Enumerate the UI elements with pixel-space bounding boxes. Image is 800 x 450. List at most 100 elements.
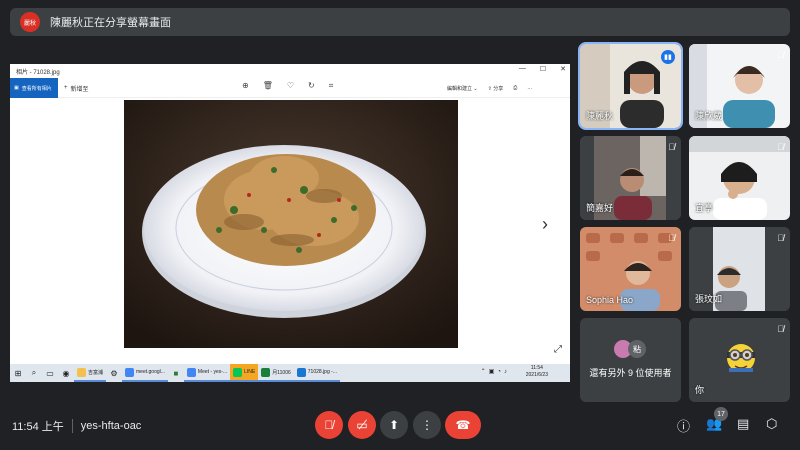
edit-create-label: 編輯和建立 (447, 85, 473, 92)
plus-icon: + (64, 85, 68, 91)
participant-tile[interactable]: 🎙̸ 陳欣葳 (689, 44, 790, 128)
self-tile[interactable]: 🎙̸ 你 (689, 318, 790, 402)
participant-name: 宜亭 (695, 203, 714, 213)
participant-name: Sophia Hao (586, 295, 634, 305)
minimize-icon[interactable]: — (519, 65, 526, 73)
search-icon[interactable]: ⌕ (26, 364, 42, 382)
maximize-icon[interactable]: ☐ (540, 65, 546, 73)
meeting-time: 11:54 上午 (12, 421, 64, 433)
self-avatar (727, 344, 755, 372)
dreamweaver-icon[interactable]: ■ (168, 364, 184, 382)
photos-icon (296, 367, 306, 377)
folder-icon (77, 367, 86, 377)
participant-avatar: 粘 (628, 340, 646, 358)
next-photo-icon[interactable]: › (542, 214, 548, 235)
close-icon[interactable]: ✕ (560, 65, 566, 73)
see-all-photos-button[interactable]: ▣ 查看所有相片 (10, 78, 58, 98)
taskbar-date: 2021/6/23 (525, 372, 548, 378)
fullscreen-icon[interactable]: ⤢ (554, 344, 562, 355)
participant-tile[interactable]: 🎙̸ 簡嘉好 (580, 136, 681, 220)
divider (71, 419, 73, 433)
present-button[interactable]: ⬆ (380, 411, 408, 439)
share-button[interactable]: ⇪ 分享 (488, 85, 504, 92)
taskbar-time: 11:54 (530, 365, 543, 371)
speaking-indicator-icon: ▮▮ (661, 50, 675, 64)
mic-off-icon: 🎙̸ (777, 233, 784, 243)
meet-window: 麗秋 陳麗秋正在分享螢幕畫面 相片 - 71028.jpg — ☐ ✕ ▣ 查看… (0, 0, 800, 450)
shared-screen: 相片 - 71028.jpg — ☐ ✕ ▣ 查看所有相片 + 新增至 ⊕ 🗑 … (10, 64, 570, 382)
meeting-code: yes-hfta-oac (80, 420, 142, 432)
participant-tile[interactable]: 🎙̸ Sophia Hao (580, 227, 681, 311)
mic-off-icon: 🎙̸ (777, 324, 784, 334)
participant-name: 陳欣葳 (695, 111, 723, 121)
task-view-icon[interactable]: ▭ (42, 364, 58, 382)
taskbar-clock[interactable]: 11:54 2021/6/23 (526, 365, 548, 379)
taskbar-app-2-label: meet.googl... (136, 369, 165, 375)
photos-icon: ▣ (14, 85, 19, 91)
participant-count-badge: 17 (714, 407, 728, 421)
taskbar-app-6[interactable]: 71028.jpg -... (293, 364, 340, 382)
mic-off-icon: 🎙̸ (777, 142, 784, 152)
add-to-button[interactable]: + 新增至 (64, 78, 89, 98)
system-tray[interactable]: ⌃▣◔♪ (481, 368, 510, 375)
rotate-icon[interactable]: ↻ (308, 81, 315, 91)
taskbar-app-3[interactable]: Meet - yes-... (183, 364, 231, 382)
taskbar-app-1-label: 吉富浦 (88, 369, 104, 376)
photo-toolbar: ▣ 查看所有相片 + 新增至 ⊕ 🗑 ♡ ↻ ⌗ 編輯和建立 ⌄ ⇪ 分享 ⎙ … (10, 78, 570, 98)
print-icon[interactable]: ⎙ (513, 85, 517, 91)
settings-icon[interactable]: ⚙ (106, 364, 122, 382)
photo-viewer: › ⤢ (10, 98, 570, 364)
line-icon (233, 367, 243, 377)
share-label: 分享 (493, 85, 504, 92)
taskbar-app-1[interactable]: 吉富浦 (74, 364, 107, 382)
info-icon[interactable]: ⓘ (677, 416, 690, 435)
more-options-button[interactable]: ⋮ (413, 411, 441, 439)
food-photo (124, 100, 458, 348)
taskbar-app-4[interactable]: LINE (230, 364, 259, 382)
presenting-text: 陳麗秋正在分享螢幕畫面 (50, 17, 171, 29)
zoom-icon[interactable]: ⊕ (242, 81, 249, 91)
presenting-banner: 麗秋 陳麗秋正在分享螢幕畫面 (10, 8, 790, 36)
add-to-label: 新增至 (70, 86, 89, 93)
hang-up-icon: ☎ (455, 418, 471, 432)
self-label: 你 (695, 385, 705, 395)
camera-toggle-button[interactable]: ▭̸ (348, 411, 376, 439)
activities-icon[interactable]: ⬡ (766, 416, 777, 432)
participant-tile[interactable]: 🎙̸ 張玟如 (689, 227, 790, 311)
participant-tile[interactable]: ▮▮ 陳麗秋 (578, 42, 683, 130)
participant-name: 張玟如 (695, 294, 723, 304)
other-participants-label: 還有另外 9 位使用者 (589, 368, 672, 378)
mic-off-icon: 🎙̸ (668, 233, 675, 243)
taskbar-app-2[interactable]: meet.googl... (122, 364, 168, 382)
photo-window-title: 相片 - 71028.jpg — ☐ ✕ (10, 64, 570, 78)
taskbar-app-3-label: Meet - yes-... (197, 369, 228, 375)
participant-name: 陳麗秋 (586, 111, 614, 121)
taskbar-app-6-label: 71028.jpg -... (307, 369, 337, 375)
see-all-photos-label: 查看所有相片 (21, 85, 52, 92)
mic-off-icon: 🎙̸ (324, 418, 334, 432)
chrome-icon (125, 367, 135, 377)
edit-create-button[interactable]: 編輯和建立 ⌄ (447, 85, 478, 92)
edge-icon[interactable]: ◉ (58, 364, 74, 382)
presenter-avatar: 麗秋 (20, 12, 40, 32)
other-participants-tile[interactable]: 粘 還有另外 9 位使用者 (580, 318, 681, 402)
chat-icon[interactable]: ▤ (737, 416, 749, 432)
taskbar-app-4-label: LINE (244, 369, 256, 375)
photo-window-title-text: 相片 - 71028.jpg (16, 69, 60, 76)
present-screen-icon: ⬆ (388, 418, 400, 432)
favorite-icon[interactable]: ♡ (287, 81, 294, 91)
meeting-info: 11:54 上午 yes-hfta-oac (12, 418, 141, 434)
participant-tile[interactable]: 🎙̸ 宜亭 (689, 136, 790, 220)
leave-call-button[interactable]: ☎ (445, 411, 481, 439)
taskbar-app-5[interactable]: 月11006 (258, 364, 294, 382)
taskbar-app-5-label: 月11006 (272, 369, 291, 376)
crop-icon[interactable]: ⌗ (329, 81, 334, 91)
more-icon[interactable]: … (527, 85, 532, 91)
mic-toggle-button[interactable]: 🎙̸ (315, 411, 343, 439)
sheets-icon (261, 367, 271, 377)
more-vert-icon: ⋮ (421, 418, 433, 432)
start-icon[interactable]: ⊞ (10, 364, 26, 382)
mic-off-icon: 🎙̸ (777, 50, 784, 60)
delete-icon[interactable]: 🗑 (263, 81, 273, 91)
chrome-icon (186, 367, 196, 377)
